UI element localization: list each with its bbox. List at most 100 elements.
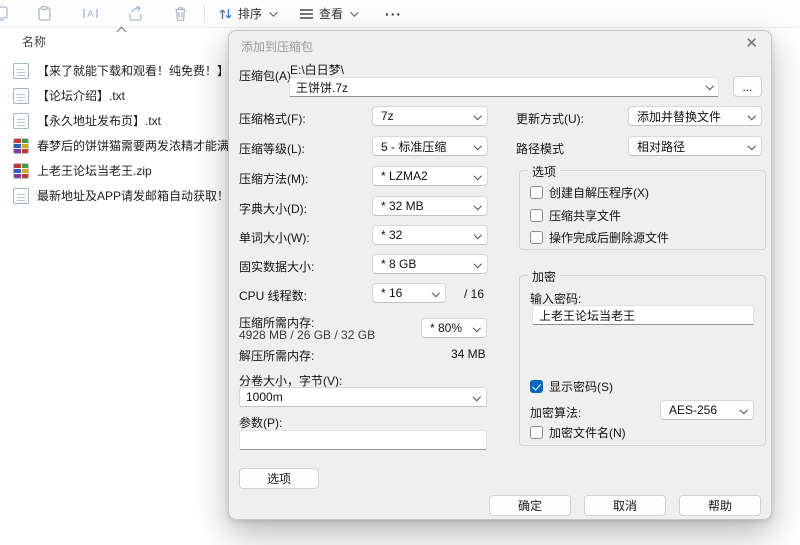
browse-button[interactable]: ... [733,76,762,97]
path-mode-select[interactable]: 相对路径 [628,136,762,156]
sort-button[interactable]: 排序 [218,5,278,22]
delete-after-checkbox[interactable]: 操作完成后删除源文件 [530,229,669,246]
file-row[interactable]: 【永久地址发布页】.txt [0,108,232,133]
chevron-down-icon [431,288,440,297]
solid-block-value: * 8 GB [381,257,417,271]
archive-file-icon [13,137,29,154]
archive-label: 压缩包(A) [239,69,291,83]
file-name: 【论坛介绍】.txt [37,89,126,103]
encrypt-filenames-label: 加密文件名(N) [549,426,626,440]
checkbox-checked-icon [530,380,543,393]
parameters-input[interactable] [239,430,487,450]
chevron-down-icon [747,111,756,120]
dialog-title: 添加到压缩包 [241,40,314,54]
update-mode-value: 添加并替换文件 [637,109,722,124]
add-to-archive-dialog: 添加到压缩包 ✕ 压缩包(A) E:\白日梦\ ... 压缩格式(F): 7z … [228,30,772,520]
compress-shared-checkbox[interactable]: 压缩共享文件 [530,207,621,224]
chevron-down-icon [705,81,714,90]
show-password-checkbox[interactable]: 显示密码(S) [530,378,613,395]
cpu-threads-value: * 16 [381,286,403,300]
file-name: 【来了就能下载和观看！纯免费！】.txt [37,64,232,78]
encryption-method-select[interactable]: AES-256 [660,400,754,420]
encrypt-filenames-checkbox[interactable]: 加密文件名(N) [530,424,626,441]
dictionary-select[interactable]: * 32 MB [372,196,488,216]
parameters-label: 参数(P): [239,416,283,430]
checkbox-icon [530,426,543,439]
path-mode-value: 相对路径 [637,139,686,154]
compress-shared-label: 压缩共享文件 [549,209,622,223]
word-size-select[interactable]: * 32 [372,225,488,245]
share-icon[interactable] [127,5,144,22]
path-mode-label: 路径模式 [516,142,565,156]
sort-ascending-icon [116,26,127,37]
file-row[interactable]: 最新地址及APP请发邮箱自动获取！！！…. [0,183,232,208]
chevron-down-icon [472,323,481,332]
file-name: 最新地址及APP请发邮箱自动获取！！！…. [37,189,232,203]
checkbox-icon [530,186,543,199]
more-label: ··· [385,5,403,22]
level-value: 5 - 标准压缩 [381,139,447,154]
sort-label: 排序 [238,7,263,21]
level-select[interactable]: 5 - 标准压缩 [372,136,488,156]
solid-block-select[interactable]: * 8 GB [372,254,488,274]
toolbar-divider [204,5,205,22]
explorer-toolbar: A 排序 查看 ··· [0,0,800,28]
close-icon[interactable]: ✕ [745,35,758,53]
encryption-method-label: 加密算法: [530,406,582,420]
text-file-icon [13,87,29,104]
solid-block-label: 固实数据大小: [239,260,315,274]
view-label: 查看 [319,7,344,21]
rename-icon[interactable]: A [82,5,99,22]
file-row[interactable]: 【来了就能下载和观看！纯免费！】.txt [0,58,232,83]
encryption-group: 加密 输入密码: 显示密码(S) 加密算法: AES-256 加密文件名(N) [519,268,766,446]
ok-button[interactable]: 确定 [489,495,571,516]
cancel-button[interactable]: 取消 [584,495,666,516]
encryption-method-value: AES-256 [669,403,718,417]
copy-icon[interactable] [0,5,10,22]
method-select[interactable]: * LZMA2 [372,166,488,186]
delete-icon[interactable] [172,5,189,22]
file-list: 【来了就能下载和观看！纯免费！】.txt 【论坛介绍】.txt 【永久地址发布页… [0,58,232,208]
chevron-down-icon [747,141,756,150]
chevron-down-icon [473,111,482,120]
view-button[interactable]: 查看 [299,5,359,22]
checkbox-icon [530,231,543,244]
name-column-header[interactable]: 名称 [22,33,46,50]
text-file-icon [13,187,29,204]
paste-icon[interactable] [36,5,53,22]
memory-decompress-label: 解压所需内存: [239,349,315,363]
memory-compress-detail: 4928 MB / 26 GB / 32 GB [239,328,376,342]
cpu-threads-label: CPU 线程数: [239,289,308,303]
help-button[interactable]: 帮助 [679,495,761,516]
encryption-group-title: 加密 [528,268,561,285]
memory-decompress-value: 34 MB [451,347,486,361]
archive-name-dropdown[interactable] [289,77,719,97]
chevron-down-icon [473,171,482,180]
format-select[interactable]: 7z [372,106,488,126]
view-lines-icon [300,8,314,19]
options-group: 选项 创建自解压程序(X) 压缩共享文件 操作完成后删除源文件 [519,163,766,250]
chevron-down-icon [473,141,482,150]
update-mode-select[interactable]: 添加并替换文件 [628,106,762,126]
password-input[interactable] [532,305,754,325]
file-row[interactable]: 春梦后的饼饼猫需要两发浓精才能满足.7z [0,133,232,158]
update-mode-label: 更新方式(U): [516,112,584,126]
svg-text:A: A [87,9,94,20]
checkbox-icon [530,209,543,222]
memory-usage-select[interactable]: * 80% [421,318,487,338]
chevron-down-icon [473,201,482,210]
options-button[interactable]: 选项 [239,468,319,489]
word-size-value: * 32 [381,228,403,242]
memory-usage-value: * 80% [430,321,463,335]
file-row[interactable]: 【论坛介绍】.txt [0,83,232,108]
create-sfx-checkbox[interactable]: 创建自解压程序(X) [530,184,649,201]
file-row[interactable]: 上老王论坛当老王.zip [0,158,232,183]
file-name: 春梦后的饼饼猫需要两发浓精才能满足.7z [37,139,232,153]
format-value: 7z [381,109,394,123]
split-volume-input[interactable] [239,387,487,407]
create-sfx-label: 创建自解压程序(X) [549,186,649,200]
cpu-threads-select[interactable]: * 16 [372,283,446,303]
cpu-threads-max: / 16 [464,287,485,301]
chevron-down-icon [739,405,748,414]
more-options-button[interactable]: ··· [385,6,402,22]
